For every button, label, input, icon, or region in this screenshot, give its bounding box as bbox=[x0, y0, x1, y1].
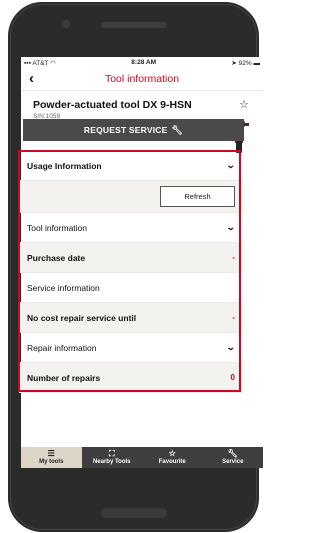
no-cost-repair-label: No cost repair service until bbox=[27, 312, 137, 323]
star-icon: ☆ bbox=[168, 449, 176, 458]
service-information-header: Service information bbox=[19, 273, 243, 303]
number-of-repairs-value: 0 bbox=[230, 373, 235, 382]
tab-label: Nearby Tools bbox=[92, 459, 131, 465]
tab-service[interactable]: 🔧︎ Service bbox=[203, 447, 264, 468]
battery-level: 92% bbox=[238, 59, 252, 67]
repair-information-label: Repair information bbox=[27, 342, 97, 353]
chevron-down-icon: ⌄ bbox=[226, 160, 237, 170]
tab-label: Service bbox=[222, 459, 244, 465]
nearby-icon: ⛶ bbox=[108, 449, 115, 458]
number-of-repairs-label: Number of repairs bbox=[27, 372, 101, 383]
info-list: Usage Information ⌄ Refresh Tool informa… bbox=[19, 151, 243, 393]
nav-bar: ‹ Tool information bbox=[21, 68, 263, 91]
chevron-down-icon: ⌄ bbox=[226, 222, 237, 232]
purchase-date-row: Purchase date - bbox=[19, 243, 243, 273]
purchase-date-value: - bbox=[232, 253, 235, 262]
favourite-star-icon[interactable]: ☆ bbox=[239, 99, 249, 111]
carrier: AT&T bbox=[32, 59, 49, 67]
phone-frame: ▪▪▪ AT&T ◠ 8:28 AM ➤ 92% ▬ ‹ Tool inform… bbox=[8, 2, 263, 532]
request-service-button[interactable]: REQUEST SERVICE 🔧︎ bbox=[23, 119, 244, 141]
tab-bar: ☰ My tools ⛶ Nearby Tools ☆ Favourite 🔧︎… bbox=[21, 447, 263, 468]
wrench-icon: 🔧︎ bbox=[171, 124, 184, 135]
home-indicator bbox=[101, 508, 167, 518]
wrench-icon: 🔧︎ bbox=[227, 449, 238, 458]
carrier-group: ▪▪▪ AT&T ◠ bbox=[24, 59, 56, 67]
service-information-label: Service information bbox=[27, 282, 100, 293]
status-bar: ▪▪▪ AT&T ◠ 8:28 AM ➤ 92% ▬ bbox=[21, 57, 263, 68]
tool-name: Powder-actuated tool DX 9-HSN bbox=[33, 99, 192, 111]
tool-information-header[interactable]: Tool information ⌄ bbox=[19, 213, 243, 243]
usage-information-label: Usage Information bbox=[27, 160, 102, 171]
clock: 8:28 AM bbox=[131, 59, 156, 66]
tab-label: Favourite bbox=[158, 459, 186, 465]
chevron-down-icon: ⌄ bbox=[226, 342, 237, 352]
usage-information-header[interactable]: Usage Information ⌄ bbox=[19, 151, 243, 181]
tool-information-label: Tool information bbox=[27, 222, 88, 233]
tab-nearby-tools[interactable]: ⛶ Nearby Tools bbox=[82, 447, 143, 468]
repair-information-header[interactable]: Repair information ⌄ bbox=[19, 333, 243, 363]
refresh-button[interactable]: Refresh bbox=[160, 186, 235, 207]
purchase-date-label: Purchase date bbox=[27, 252, 86, 263]
back-icon[interactable]: ‹ bbox=[29, 70, 34, 88]
list-icon: ☰ bbox=[47, 449, 55, 458]
signal-icon: ▪▪▪ bbox=[24, 59, 31, 67]
battery-icon: ▬ bbox=[253, 59, 261, 67]
no-cost-repair-value: - bbox=[232, 313, 235, 322]
tab-favourite[interactable]: ☆ Favourite bbox=[142, 447, 203, 468]
location-icon: ➤ bbox=[231, 59, 237, 67]
camera bbox=[62, 20, 70, 28]
tab-label: My tools bbox=[39, 459, 64, 465]
number-of-repairs-row: Number of repairs 0 bbox=[19, 363, 243, 393]
wifi-icon: ◠ bbox=[50, 59, 56, 67]
page-title: Tool information bbox=[104, 73, 180, 85]
battery-group: ➤ 92% ▬ bbox=[231, 59, 260, 67]
no-cost-repair-row: No cost repair service until - bbox=[19, 303, 243, 333]
speaker bbox=[101, 22, 167, 28]
request-service-label: REQUEST SERVICE bbox=[83, 125, 168, 135]
tab-my-tools[interactable]: ☰ My tools bbox=[21, 447, 82, 468]
refresh-row: Refresh bbox=[19, 181, 243, 213]
